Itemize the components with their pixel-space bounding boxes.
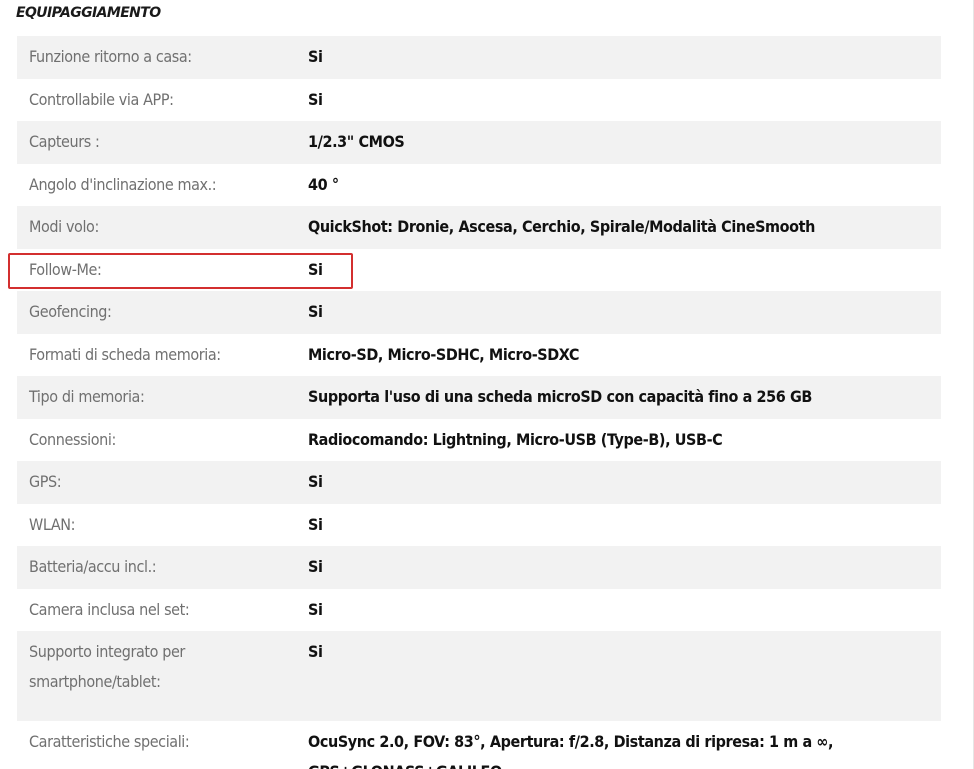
spec-row-gps: GPS: Si (17, 461, 941, 504)
spec-label: Controllabile via APP: (17, 78, 296, 121)
spec-row-tilt-angle: Angolo d'inclinazione max.: 40 ° (17, 163, 941, 206)
spec-value: Si (296, 546, 941, 589)
spec-label: Capteurs : (17, 121, 296, 164)
spec-value: Si (296, 291, 941, 334)
spec-value: Supporta l'uso di una scheda microSD con… (296, 376, 941, 419)
spec-label: Camera inclusa nel set: (17, 588, 296, 631)
spec-value: Micro-SD, Micro-SDHC, Micro-SDXC (296, 333, 941, 376)
spec-value: Si (296, 78, 941, 121)
spec-row-flight-modes: Modi volo: QuickShot: Dronie, Ascesa, Ce… (17, 206, 941, 249)
spec-label: Connessioni: (17, 418, 296, 461)
spec-row-phone-holder: Supporto integrato per smartphone/tablet… (17, 631, 941, 721)
spec-table: Funzione ritorno a casa: Si Controllabil… (17, 36, 941, 769)
spec-label: Follow-Me: (17, 248, 296, 291)
spec-value: Si (296, 588, 941, 631)
spec-value: 1/2.3" CMOS (296, 121, 941, 164)
product-specs-page: EQUIPAGGIAMENTO Funzione ritorno a casa:… (0, 0, 974, 769)
spec-value: Si (296, 461, 941, 504)
spec-row-wlan: WLAN: Si (17, 503, 941, 546)
spec-value: Radiocomando: Lightning, Micro-USB (Type… (296, 418, 941, 461)
spec-label: GPS: (17, 461, 296, 504)
spec-row-special-features: Caratteristiche speciali: OcuSync 2.0, F… (17, 721, 941, 769)
spec-value: Si (296, 36, 941, 79)
spec-value: Si (296, 503, 941, 546)
spec-value: OcuSync 2.0, FOV: 83°, Apertura: f/2.8, … (296, 721, 941, 769)
spec-row-connections: Connessioni: Radiocomando: Lightning, Mi… (17, 418, 941, 461)
spec-label: Caratteristiche speciali: (17, 721, 296, 769)
spec-row-app-control: Controllabile via APP: Si (17, 78, 941, 121)
spec-label: Geofencing: (17, 291, 296, 334)
spec-row-camera-included: Camera inclusa nel set: Si (17, 588, 941, 631)
spec-row-geofencing: Geofencing: Si (17, 291, 941, 334)
spec-row-memory-formats: Formati di scheda memoria: Micro-SD, Mic… (17, 333, 941, 376)
spec-label: Modi volo: (17, 206, 296, 249)
section-title: EQUIPAGGIAMENTO (16, 5, 161, 21)
spec-row-return-home: Funzione ritorno a casa: Si (17, 36, 941, 79)
spec-label: Formati di scheda memoria: (17, 333, 296, 376)
spec-row-follow-me: Follow-Me: Si (17, 248, 941, 291)
spec-label: WLAN: (17, 503, 296, 546)
spec-label: Batteria/accu incl.: (17, 546, 296, 589)
spec-label: Angolo d'inclinazione max.: (17, 163, 296, 206)
spec-value: QuickShot: Dronie, Ascesa, Cerchio, Spir… (296, 206, 941, 249)
spec-row-battery: Batteria/accu incl.: Si (17, 546, 941, 589)
spec-label: Funzione ritorno a casa: (17, 36, 296, 79)
spec-value: Si (296, 248, 941, 291)
spec-value: 40 ° (296, 163, 941, 206)
spec-label: Supporto integrato per smartphone/tablet… (17, 631, 296, 721)
spec-row-memory-type: Tipo di memoria: Supporta l'uso di una s… (17, 376, 941, 419)
spec-row-sensors: Capteurs : 1/2.3" CMOS (17, 121, 941, 164)
spec-value: Si (296, 631, 941, 721)
spec-label: Tipo di memoria: (17, 376, 296, 419)
